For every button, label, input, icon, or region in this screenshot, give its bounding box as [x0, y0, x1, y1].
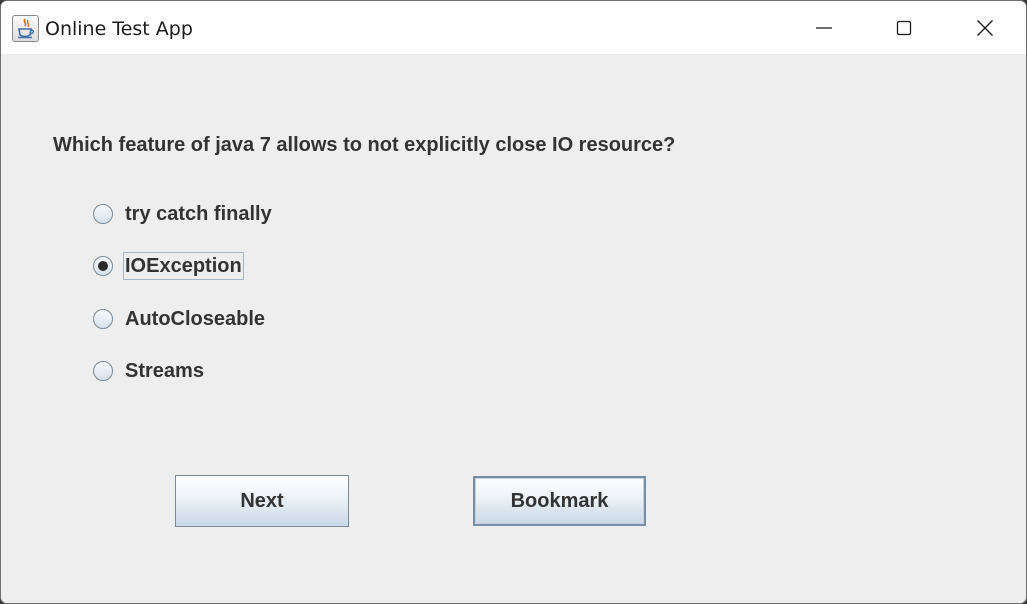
radio-button-selected[interactable] [93, 256, 113, 276]
java-cup-icon [12, 15, 39, 42]
maximize-button[interactable] [864, 1, 944, 54]
option-label: IOException [123, 252, 244, 280]
radio-button[interactable] [93, 309, 113, 329]
maximize-icon [896, 20, 912, 35]
app-window: Online Test App Which feature of java 7 … [0, 0, 1027, 604]
option-try-catch-finally[interactable]: try catch finally [93, 199, 274, 229]
option-label: Streams [125, 360, 204, 382]
bookmark-button[interactable]: Bookmark [473, 476, 646, 526]
radio-dot-icon [98, 261, 108, 271]
quiz-panel: Which feature of java 7 allows to not ex… [1, 54, 1026, 603]
next-button[interactable]: Next [175, 475, 349, 527]
option-label: AutoCloseable [125, 308, 266, 330]
close-icon [977, 19, 993, 36]
minimize-icon [816, 26, 832, 29]
question-text: Which feature of java 7 allows to not ex… [53, 134, 676, 156]
close-button[interactable] [945, 1, 1025, 54]
title-bar[interactable]: Online Test App [1, 1, 1026, 54]
radio-button[interactable] [93, 361, 113, 381]
option-streams[interactable]: Streams [93, 356, 206, 386]
radio-button[interactable] [93, 204, 113, 224]
option-label: try catch finally [125, 203, 272, 225]
option-autocloseable[interactable]: AutoCloseable [93, 304, 267, 334]
window-title: Online Test App [45, 18, 193, 40]
minimize-button[interactable] [784, 1, 864, 54]
option-ioexception[interactable]: IOException [93, 251, 244, 281]
